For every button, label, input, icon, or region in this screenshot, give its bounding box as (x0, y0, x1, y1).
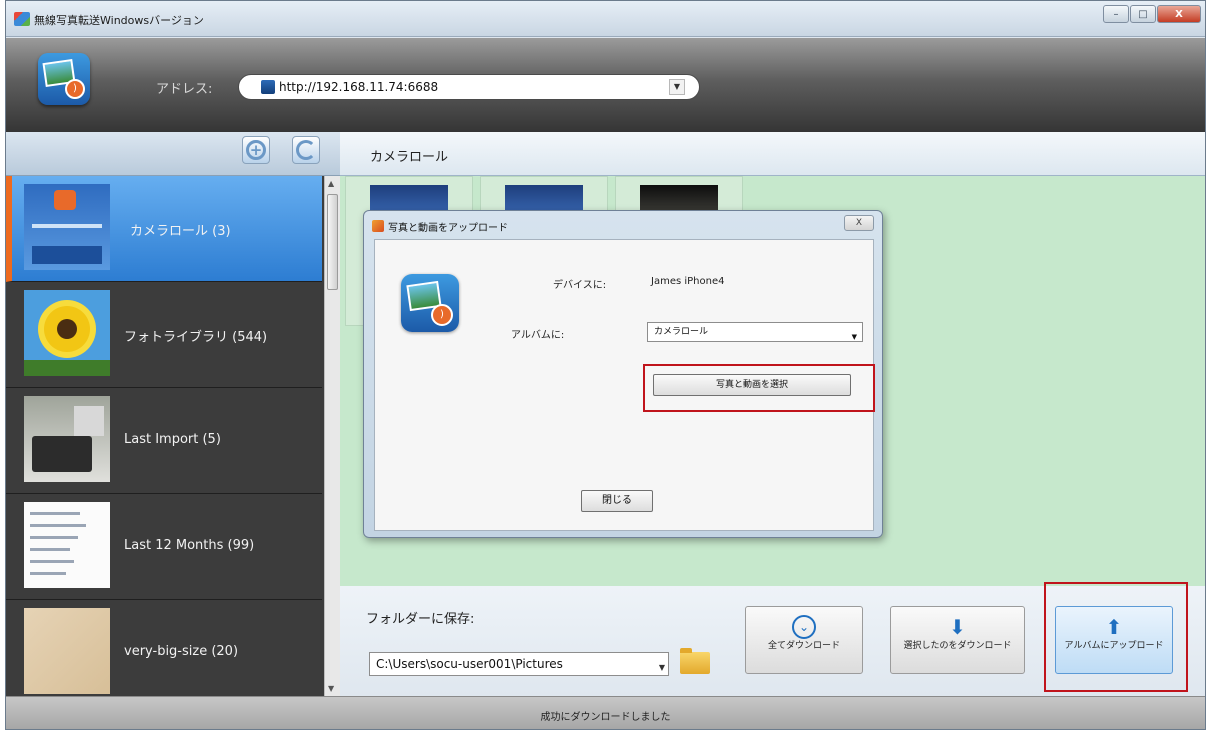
scrollbar-thumb[interactable] (327, 194, 338, 290)
album-header: カメラロール (340, 132, 1205, 176)
dialog-close-button[interactable]: 閉じる (581, 490, 653, 512)
album-item-camera-roll[interactable]: カメラロール (3) (6, 176, 322, 282)
page-icon (261, 80, 275, 94)
status-message: 成功にダウンロードしました (540, 712, 671, 723)
folder-icon[interactable] (680, 648, 710, 674)
album-label: フォトライブラリ (544) (124, 330, 268, 345)
device-label: デバイスに: (553, 280, 607, 291)
album-label: アルバムに: (511, 330, 565, 341)
album-item-last-import[interactable]: Last Import (5) (6, 388, 322, 494)
status-bar: 成功にダウンロードしました (6, 696, 1205, 729)
address-input[interactable]: http://192.168.11.74:6688 (279, 80, 438, 94)
save-folder-label: フォルダーに保存: (366, 612, 475, 627)
maximize-button[interactable]: □ (1130, 5, 1156, 23)
address-label: アドレス: (156, 82, 213, 97)
wifi-icon: ) (65, 79, 85, 99)
download-all-button[interactable]: ⌄ 全てダウンロード (745, 606, 863, 674)
minimize-button[interactable]: – (1103, 5, 1129, 23)
album-thumbnail (24, 396, 110, 482)
add-album-button[interactable]: + (242, 136, 270, 164)
device-value: James iPhone4 (651, 276, 725, 287)
upload-dialog: 写真と動画をアップロード X ) デバイスに: James iPhone4 アル… (363, 210, 883, 538)
refresh-icon (296, 140, 316, 160)
album-label: very-big-size (20) (124, 644, 239, 659)
album-item-last-12-months[interactable]: Last 12 Months (99) (6, 494, 322, 600)
chevron-down-icon[interactable]: ▼ (669, 79, 685, 95)
save-path-value: C:\Users\socu-user001\Pictures (376, 657, 563, 671)
album-item-very-big-size[interactable]: very-big-size (20) (6, 600, 322, 706)
download-tray-icon: ⬇ (949, 615, 966, 639)
album-select-value: カメラロール (654, 327, 709, 337)
chevron-down-icon[interactable]: ▼ (852, 328, 857, 346)
album-thumbnail (24, 502, 110, 588)
album-toolbar: + (6, 132, 340, 176)
current-album-title: カメラロール (370, 150, 449, 165)
download-selected-button[interactable]: ⬇ 選択したのをダウンロード (890, 606, 1025, 674)
app-icon: ) (401, 274, 459, 332)
dialog-app-icon (372, 220, 384, 232)
album-label: カメラロール (3) (130, 224, 231, 239)
sidebar-scrollbar[interactable]: ▲ ▼ (324, 176, 340, 696)
app-icon: ) (38, 53, 90, 105)
address-combobox[interactable]: http://192.168.11.74:6688 ▼ (238, 74, 700, 100)
album-item-photo-library[interactable]: フォトライブラリ (544) (6, 282, 322, 388)
album-thumbnail (24, 184, 110, 270)
album-thumbnail (24, 608, 110, 694)
plus-circle-icon: + (246, 140, 266, 160)
download-selected-label: 選択したのをダウンロード (903, 641, 1012, 651)
download-panel: フォルダーに保存: C:\Users\socu-user001\Pictures… (340, 582, 1205, 696)
download-all-label: 全てダウンロード (767, 641, 840, 651)
save-path-select[interactable]: C:\Users\socu-user001\Pictures ▼ (369, 652, 669, 676)
app-logo-icon (14, 12, 30, 26)
scroll-down-icon[interactable]: ▼ (328, 684, 334, 693)
chevron-down-icon[interactable]: ▼ (659, 657, 665, 679)
dialog-title: 写真と動画をアップロード (388, 223, 508, 234)
album-label: Last Import (5) (124, 432, 221, 447)
dialog-body: ) デバイスに: James iPhone4 アルバムに: カメラロール ▼ 写… (374, 239, 875, 531)
close-button[interactable]: X (1157, 5, 1201, 23)
dialog-close-x-button[interactable]: X (844, 215, 874, 231)
window-title: 無線写真転送Windowsバージョン (34, 14, 204, 27)
refresh-button[interactable] (292, 136, 320, 164)
album-sidebar: カメラロール (3) フォトライブラリ (544) Last Import (5… (6, 176, 340, 706)
window-controls: – □ X (1103, 5, 1201, 23)
highlight-select-frame (643, 364, 875, 412)
wifi-icon: ) (431, 304, 453, 326)
album-thumbnail (24, 290, 110, 376)
album-select[interactable]: カメラロール ▼ (647, 322, 863, 342)
highlight-upload-frame (1044, 582, 1188, 692)
download-circle-icon: ⌄ (792, 615, 816, 639)
address-header: ) アドレス: http://192.168.11.74:6688 ▼ (6, 38, 1205, 132)
title-bar: 無線写真転送Windowsバージョン – □ X (6, 1, 1205, 37)
album-label: Last 12 Months (99) (124, 538, 255, 553)
scroll-up-icon[interactable]: ▲ (328, 179, 334, 188)
